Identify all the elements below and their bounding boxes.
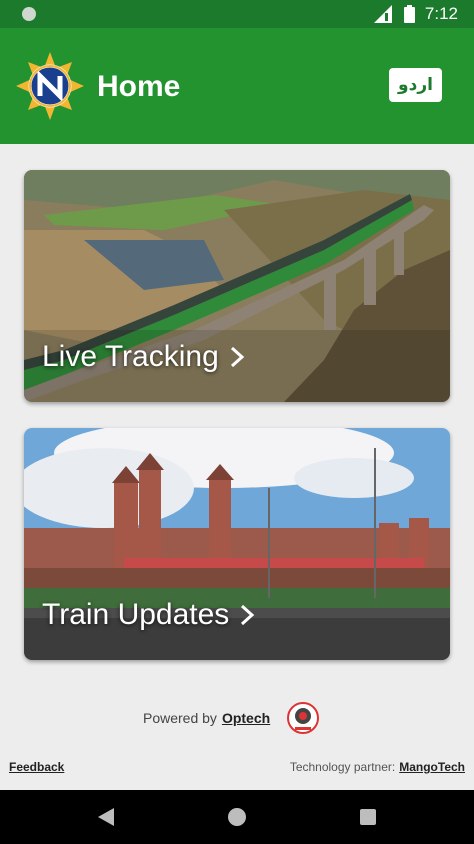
optech-link[interactable]: Optech	[222, 710, 270, 726]
chevron-right-icon	[241, 604, 255, 626]
mangotech-link[interactable]: MangoTech	[399, 760, 465, 774]
language-toggle-button[interactable]: اردو	[389, 68, 442, 102]
train-updates-label: Train Updates	[42, 598, 255, 632]
live-tracking-card[interactable]: Live Tracking	[24, 170, 450, 402]
system-navigation-bar	[0, 790, 474, 844]
pakistan-railways-logo	[16, 52, 84, 120]
status-time: 7:12	[424, 4, 458, 23]
recent-apps-icon[interactable]	[360, 809, 376, 825]
signal-icon	[373, 5, 392, 23]
powered-by-label: Powered by	[143, 710, 217, 726]
home-icon[interactable]	[228, 808, 246, 826]
technology-partner: Technology partner: MangoTech	[290, 760, 465, 774]
status-icons: 7:12	[373, 4, 458, 24]
status-bar: 7:12	[0, 0, 474, 28]
chevron-right-icon	[230, 346, 244, 368]
page-title: Home	[97, 70, 181, 103]
back-icon[interactable]	[98, 808, 114, 826]
train-updates-card[interactable]: Train Updates	[24, 428, 450, 660]
feedback-link[interactable]: Feedback	[9, 760, 64, 774]
app-bar: Home اردو	[0, 28, 474, 144]
live-tracking-label: Live Tracking	[42, 340, 245, 374]
notification-dot-icon	[22, 7, 36, 21]
battery-icon	[403, 5, 415, 23]
technology-partner-label: Technology partner:	[289, 760, 396, 774]
optech-logo	[287, 702, 320, 734]
powered-by: Powered by Optech	[143, 700, 321, 736]
